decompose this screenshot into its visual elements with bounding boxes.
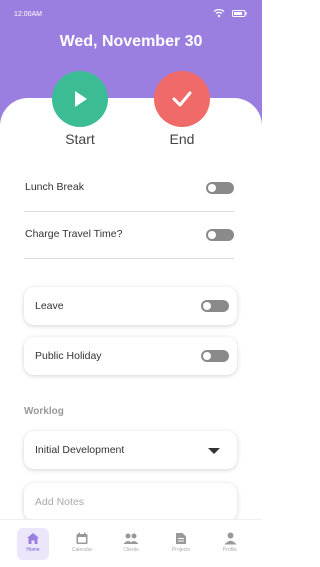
nav-projects-label: Projects (171, 547, 191, 553)
clients-icon (123, 533, 139, 544)
lunch-break-label: Lunch Break (25, 181, 84, 193)
leave-label: Leave (35, 300, 64, 312)
public-holiday-label: Public Holiday (35, 350, 102, 362)
leave-toggle[interactable] (201, 300, 229, 312)
end-label: End (169, 131, 195, 147)
calendar-icon (76, 532, 88, 544)
nav-calendar-label: Calendar (71, 547, 93, 553)
check-icon (172, 91, 192, 107)
projects-icon (176, 533, 186, 544)
caret-down-icon (208, 448, 220, 454)
worklog-select[interactable]: Initial Development (24, 431, 237, 469)
worklog-selected: Initial Development (35, 444, 125, 456)
nav-projects[interactable]: Projects (165, 528, 197, 560)
nav-clients-label: Clients (123, 547, 139, 553)
page-title: Wed, November 30 (59, 33, 203, 50)
home-icon (27, 533, 39, 544)
status-bar: 12:00AM (0, 0, 262, 28)
nav-profile-label: Profile (222, 547, 238, 553)
charge-travel-row: Charge Travel Time? (24, 212, 234, 259)
lunch-break-row: Lunch Break (24, 165, 234, 212)
charge-travel-toggle[interactable] (206, 229, 234, 241)
wifi-icon (213, 9, 225, 18)
start-label: Start (65, 131, 95, 147)
start-button[interactable] (52, 71, 108, 127)
status-time: 12:00AM (14, 11, 43, 18)
nav-home-label: Home (26, 547, 40, 553)
public-holiday-toggle[interactable] (201, 350, 229, 362)
charge-travel-label: Charge Travel Time? (25, 228, 123, 240)
notes-input[interactable]: Add Notes (24, 483, 237, 521)
nav-clients[interactable]: Clients (115, 528, 147, 560)
notes-placeholder: Add Notes (35, 496, 85, 508)
worklog-title: Worklog (24, 406, 64, 417)
nav-calendar[interactable]: Calendar (66, 528, 98, 560)
lunch-break-toggle[interactable] (206, 182, 234, 194)
nav-home[interactable]: Home (17, 528, 49, 560)
bottom-nav: Home Calendar Clients Projects Profile (0, 519, 262, 567)
end-button[interactable] (154, 71, 210, 127)
leave-card: Leave (24, 287, 237, 325)
nav-profile[interactable]: Profile (214, 528, 246, 560)
play-icon (75, 91, 87, 107)
public-holiday-card: Public Holiday (24, 337, 237, 375)
profile-icon (224, 532, 236, 545)
battery-icon (232, 10, 247, 17)
